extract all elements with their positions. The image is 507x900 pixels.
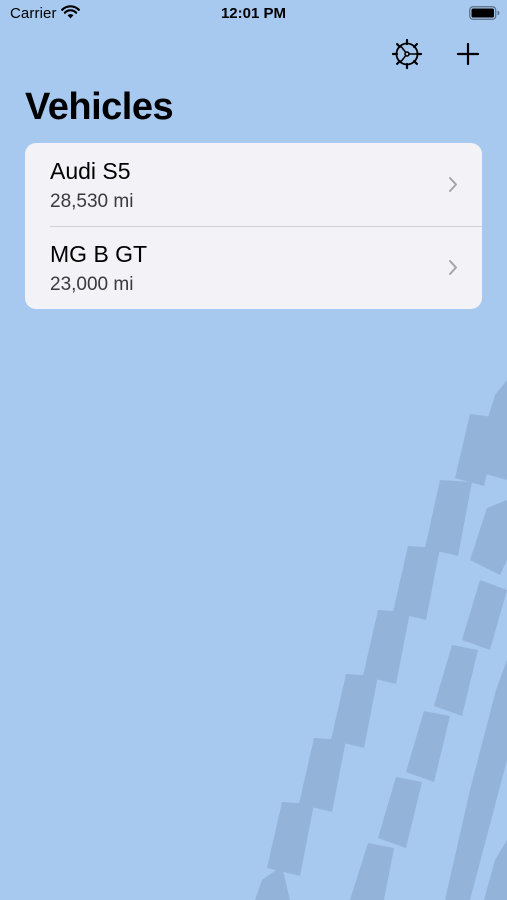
vehicle-name: MG B GT [50, 241, 148, 267]
vehicle-row-mg-b-gt[interactable]: MG B GT 23,000 mi [25, 226, 482, 309]
navigation-bar [0, 30, 507, 76]
chevron-right-icon [449, 260, 457, 275]
plus-icon [456, 42, 480, 66]
status-bar: Carrier 12:01 PM [0, 0, 507, 28]
vehicle-row-audi-s5[interactable]: Audi S5 28,530 mi [25, 143, 482, 226]
vehicle-list: Audi S5 28,530 mi MG B GT 23,000 mi [25, 143, 482, 309]
vehicle-name: Audi S5 [50, 158, 131, 184]
add-vehicle-button[interactable] [450, 36, 486, 72]
vehicle-mileage: 28,530 mi [50, 191, 134, 212]
status-time: 12:01 PM [220, 5, 287, 22]
tire-tread-background [255, 380, 507, 900]
page-title: Vehicles [25, 86, 174, 128]
chevron-right-icon [449, 177, 457, 192]
settings-button[interactable] [389, 36, 425, 72]
gear-icon [391, 38, 423, 70]
vehicle-mileage: 23,000 mi [50, 274, 134, 295]
battery-icon [469, 6, 500, 20]
